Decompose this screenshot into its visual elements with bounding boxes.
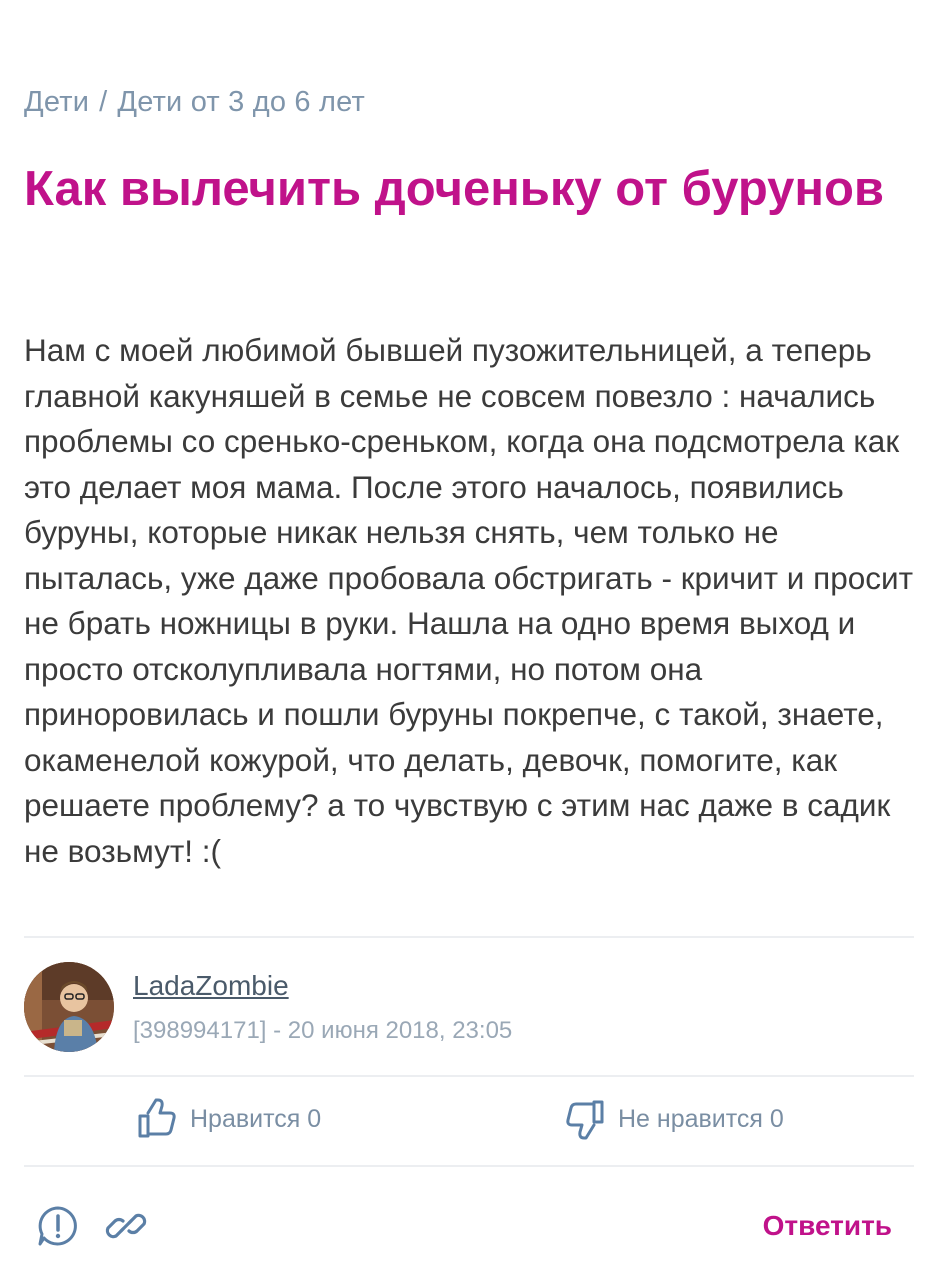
like-label: Нравится 0 [190, 1104, 322, 1133]
dislike-button[interactable]: Не нравится 0 [564, 1096, 784, 1142]
thumbs-up-icon [138, 1098, 176, 1138]
dislike-label: Не нравится 0 [618, 1104, 784, 1133]
link-icon [105, 1213, 147, 1239]
user-avatar-photo [24, 962, 114, 1052]
post-page: Дети / Дети от 3 до 6 лет Как вылечить доч… [24, 0, 914, 1280]
breadcrumb-separator: / [99, 86, 108, 118]
breadcrumb-item-children-3-6[interactable]: Дети от 3 до 6 лет [117, 86, 365, 118]
copy-link-button[interactable] [104, 1204, 148, 1248]
like-button[interactable]: Нравится 0 [136, 1096, 321, 1142]
report-button[interactable] [36, 1204, 80, 1248]
post-meta: [398994171] - 20 июня 2018, 23:05 [133, 1017, 513, 1044]
breadcrumb-item-children[interactable]: Дети [24, 86, 89, 118]
divider [24, 1165, 914, 1167]
thumbs-down-icon [566, 1100, 604, 1140]
report-icon [38, 1206, 77, 1246]
post-body: Нам с моей любимой бывшей пузожительнице… [24, 332, 913, 869]
reply-button[interactable]: Ответить [763, 1210, 892, 1242]
avatar[interactable] [24, 962, 114, 1052]
divider [24, 1075, 914, 1077]
post-title: Как вылечить доченьку от бурунов [24, 162, 885, 216]
breadcrumb: Дети / Дети от 3 до 6 лет [24, 86, 365, 119]
divider [24, 936, 914, 938]
author-name-link[interactable]: LadaZombie [133, 970, 289, 1002]
